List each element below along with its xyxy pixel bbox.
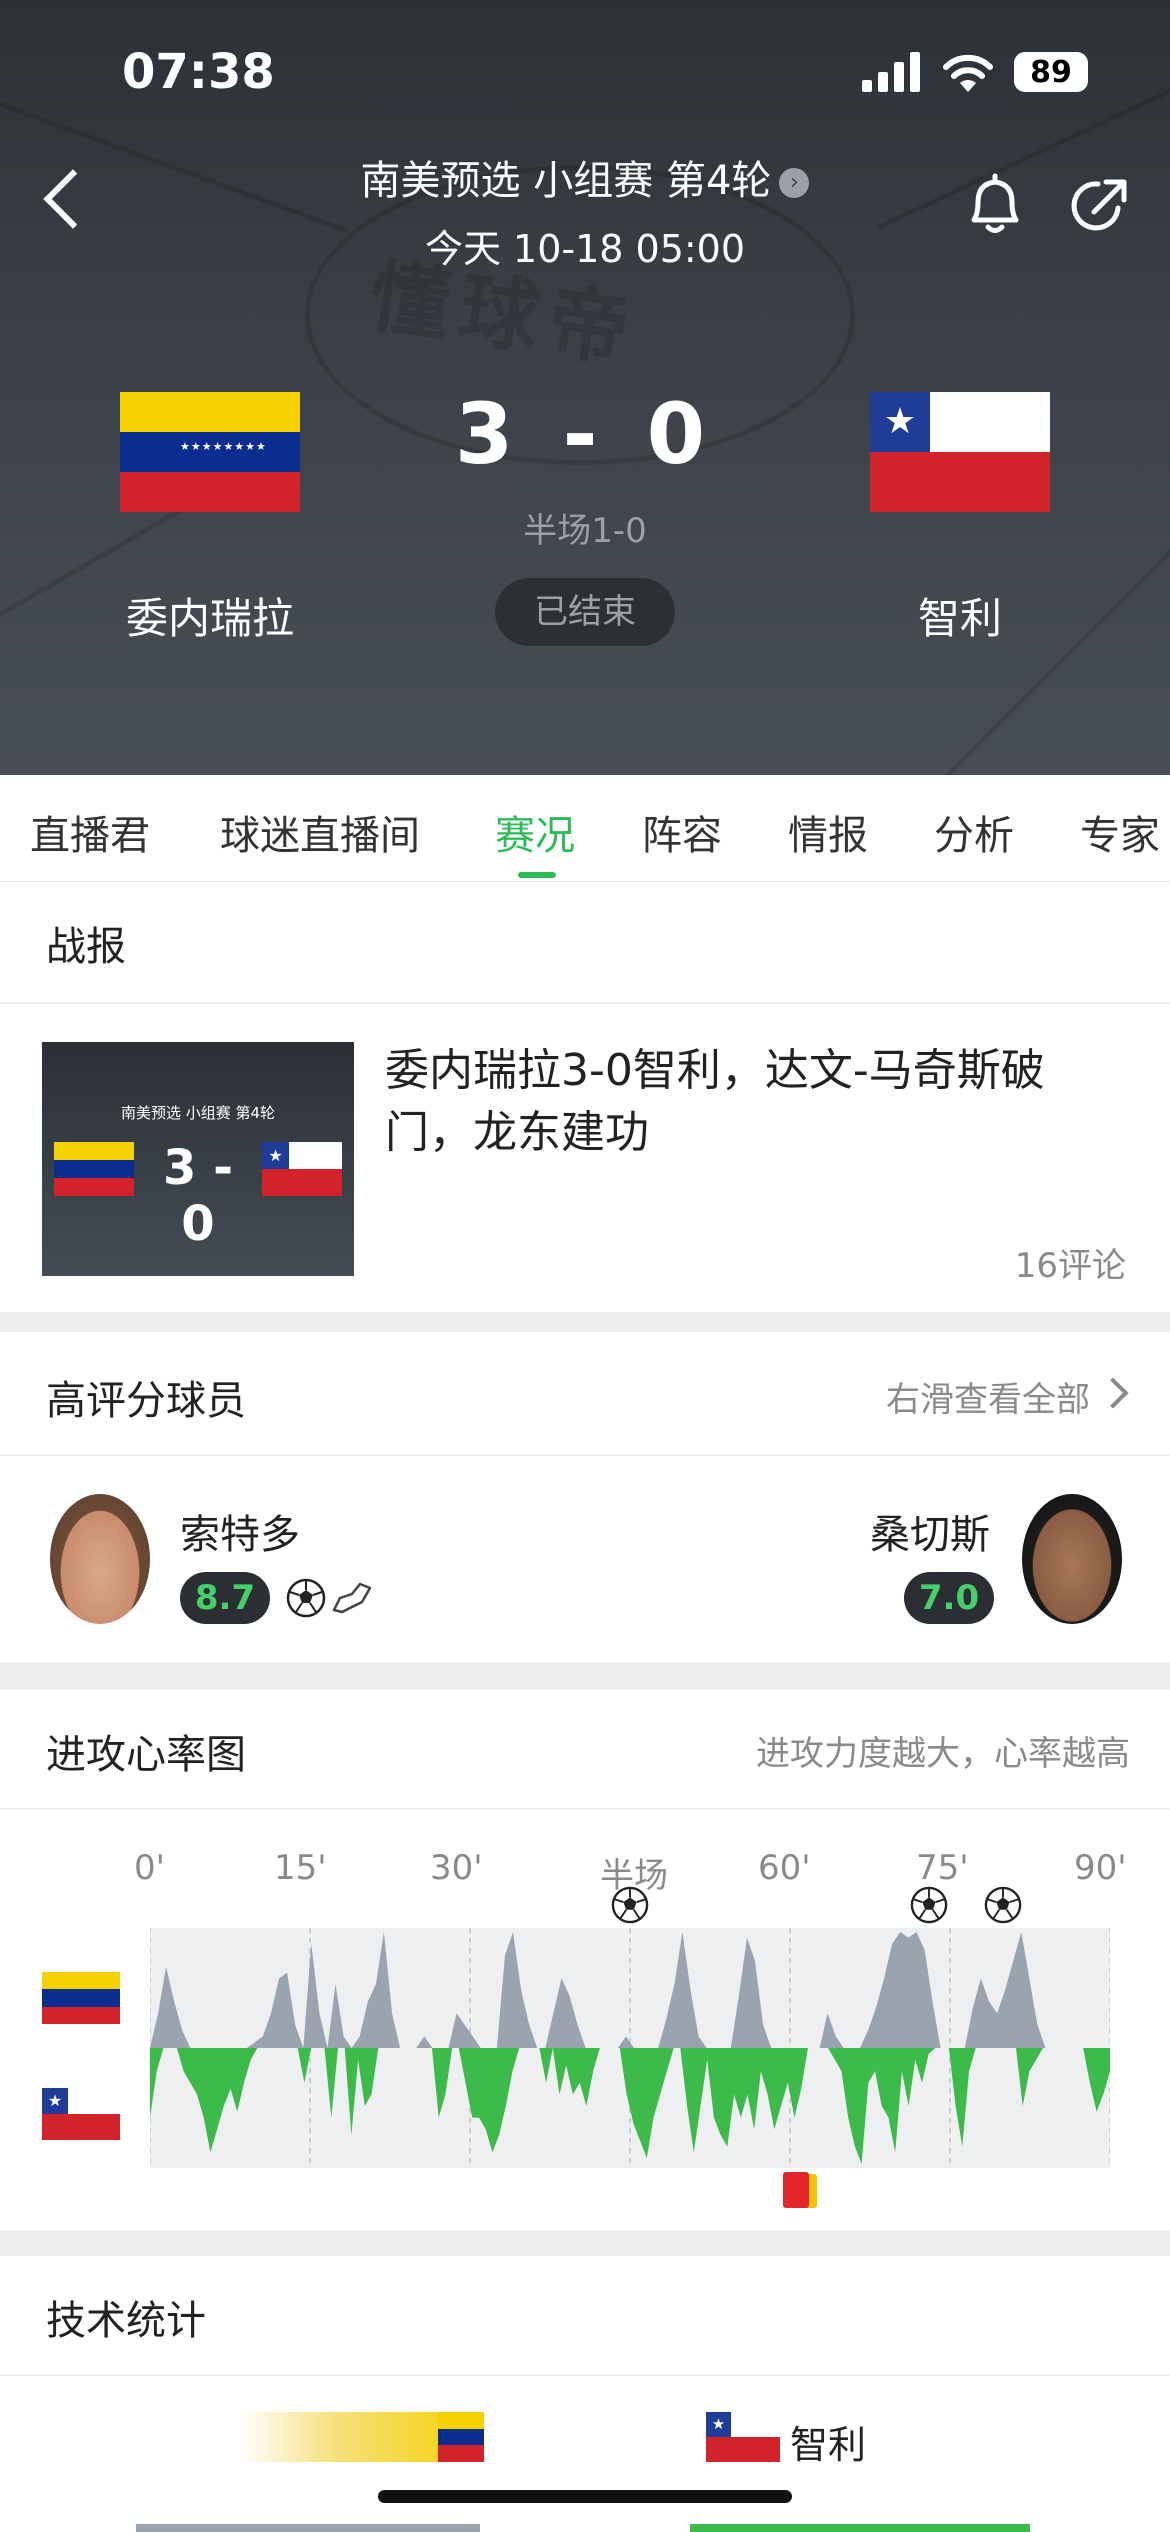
chile-flag-icon: ★ — [262, 1142, 342, 1196]
tab-fan-live-room[interactable]: 球迷直播间 — [220, 803, 420, 861]
active-tab-indicator — [518, 872, 556, 878]
home-player-avatar[interactable] — [50, 1494, 150, 1624]
thumb-caption: 南美预选 小组赛 第4轮 — [120, 1104, 276, 1122]
share-icon[interactable] — [1068, 176, 1130, 238]
tab-bar: 直播君 球迷直播间 赛况 阵容 情报 分析 专家 — [0, 775, 1170, 882]
venezuela-flag-icon — [54, 1142, 134, 1196]
venezuela-flag-icon — [42, 1972, 120, 2024]
stat-bar-away — [690, 2524, 1030, 2532]
court-line-decoration — [879, 542, 1170, 775]
status-icons: 89 — [862, 52, 1088, 92]
battery-indicator: 89 — [1014, 52, 1088, 92]
goal-ball-icon[interactable] — [611, 1886, 649, 1924]
away-player-rating: 7.0 — [904, 1572, 994, 1624]
momentum-tick: 0' — [134, 1848, 165, 1888]
bell-icon[interactable] — [964, 172, 1026, 238]
tab-live-host[interactable]: 直播君 — [30, 803, 150, 861]
tab-match-status[interactable]: 赛况 — [495, 803, 575, 861]
home-indicator[interactable] — [378, 2490, 792, 2503]
assist-boot-icon — [332, 1582, 372, 1614]
divider — [0, 1808, 1170, 1810]
league-round-text: 南美预选 小组赛 第4轮 — [360, 158, 772, 204]
report-title: 战报 — [46, 924, 126, 970]
halftime-score: 半场1-0 — [523, 511, 647, 551]
signal-icon — [862, 52, 920, 92]
chevron-right-icon: › — [779, 168, 810, 198]
goal-ball-icon[interactable] — [910, 1886, 948, 1924]
goal-ball-icon — [286, 1578, 326, 1618]
match-status-badge: 已结束 — [495, 578, 675, 646]
match-header: 懂球帝 07:38 89 南美预选 小组赛 第4轮 › 今天 10-18 05:0… — [0, 0, 1170, 775]
news-headline: 委内瑞拉3-0智利，达文-马奇斯破门，龙东建功 — [385, 1045, 1045, 1158]
tab-experts[interactable]: 专家 — [1080, 803, 1160, 861]
momentum-subtitle: 进攻力度越大，心率越高 — [756, 1734, 1130, 1774]
venezuela-flag-icon — [438, 2412, 484, 2462]
away-team-name[interactable]: 智利 — [810, 585, 1110, 646]
home-player-rating: 8.7 — [180, 1572, 270, 1624]
momentum-tick: 90' — [1074, 1848, 1127, 1888]
match-score: 3 - 0 — [454, 385, 716, 483]
divider — [0, 2374, 1170, 2376]
momentum-chart[interactable] — [150, 1928, 1110, 2168]
momentum-tick: 60' — [758, 1848, 811, 1888]
divider — [0, 1454, 1170, 1456]
wifi-icon — [943, 54, 993, 92]
thumb-score: 3 - 0 — [162, 1140, 234, 1252]
top-players-title: 高评分球员 — [46, 1378, 246, 1424]
momentum-tick: 15' — [274, 1848, 327, 1888]
away-player-avatar[interactable] — [1022, 1494, 1122, 1624]
stats-away-team-name: 智利 — [790, 2423, 867, 2467]
momentum-title: 进攻心率图 — [46, 1732, 246, 1778]
home-team-name[interactable]: 委内瑞拉 — [60, 585, 360, 646]
tab-lineup[interactable]: 阵容 — [642, 803, 722, 861]
home-player-name[interactable]: 索特多 — [180, 1502, 300, 1560]
momentum-tick: 75' — [916, 1848, 969, 1888]
goal-ball-icon[interactable] — [984, 1886, 1022, 1924]
top-players-section: 高评分球员 右滑查看全部 — [0, 1332, 1170, 1662]
stat-bar-home — [136, 2524, 480, 2532]
stats-title: 技术统计 — [46, 2298, 206, 2344]
chevron-right-icon — [1097, 1377, 1129, 1409]
comment-count[interactable]: 16评论 — [1015, 1238, 1126, 1287]
chile-flag-icon: ★ — [706, 2412, 780, 2462]
news-thumbnail: 南美预选 小组赛 第4轮 3 - 0 ★ — [42, 1042, 354, 1276]
divider — [0, 1002, 1170, 1004]
tab-intel[interactable]: 情报 — [788, 803, 868, 861]
tab-analysis[interactable]: 分析 — [934, 803, 1014, 861]
status-time: 07:38 — [122, 44, 275, 100]
view-all-label: 右滑查看全部 — [886, 1380, 1090, 1420]
chile-flag-icon: ★ — [42, 2088, 120, 2140]
red-card-icon[interactable] — [782, 2172, 823, 2210]
view-all-link[interactable]: 右滑查看全部 — [886, 1372, 1130, 1421]
momentum-tick: 30' — [430, 1848, 483, 1888]
away-player-name[interactable]: 桑切斯 — [870, 1502, 990, 1560]
